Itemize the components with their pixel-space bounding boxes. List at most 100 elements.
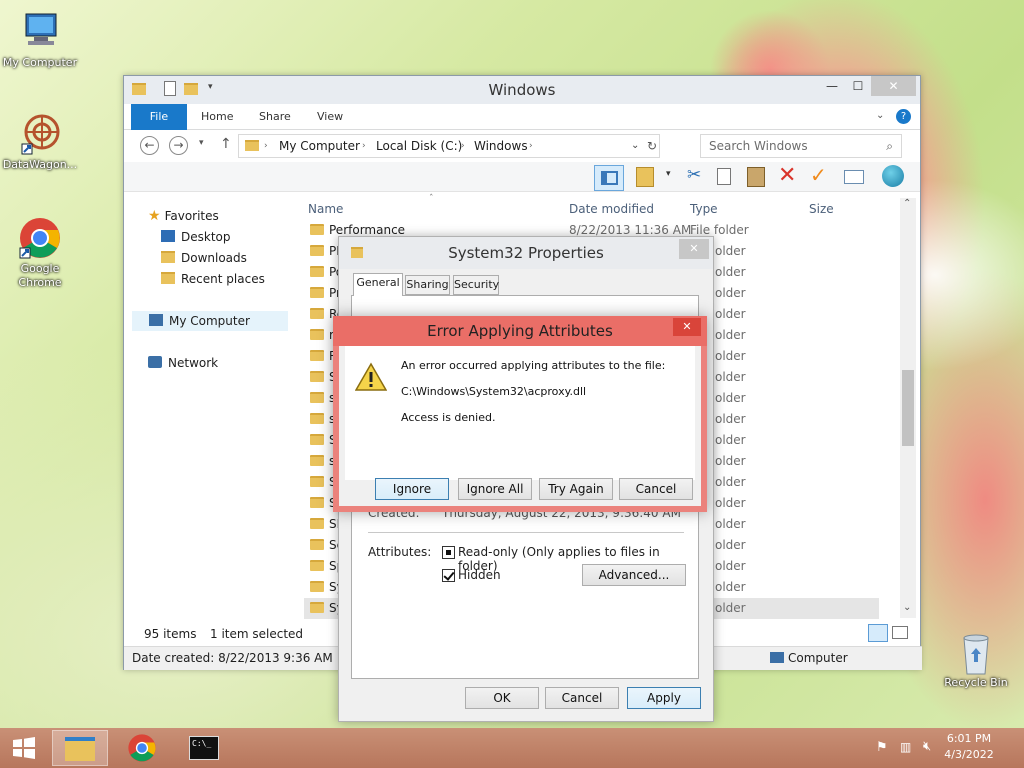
close-button[interactable]: ✕ [871,76,916,96]
ok-button[interactable]: OK [465,687,539,709]
file-type: older [715,559,746,573]
navigation-pane: ★ Favorites Desktop Downloads Recent plac… [124,198,294,618]
address-bar[interactable]: › My Computer › Local Disk (C:) › Window… [238,134,660,158]
refresh-icon[interactable]: ↻ [647,135,657,157]
search-icon: ⌕ [886,139,893,153]
taskbar-cmd[interactable]: C:\_ [176,730,232,766]
error-line-3: Access is denied. [401,411,496,424]
paste-icon[interactable] [747,167,765,187]
nav-desktop[interactable]: Desktop [161,227,231,247]
error-cancel-button[interactable]: Cancel [619,478,693,500]
nav-recent-places[interactable]: Recent places [161,269,265,289]
minimize-button[interactable]: — [819,76,845,96]
properties-check-icon[interactable] [636,167,654,187]
advanced-button[interactable]: Advanced... [582,564,686,586]
column-header-name[interactable]: Name [308,202,343,216]
tab-file[interactable]: File [131,104,187,130]
error-message-area: An error occurred applying attributes to… [345,346,695,480]
date-created-text: Date created: 8/22/2013 9:36 AM [132,651,333,665]
recent-locations-icon[interactable]: ▾ [199,138,204,148]
large-icons-view-icon[interactable] [892,626,908,639]
action-center-flag-icon[interactable]: ⚑ [876,740,888,755]
maximize-button[interactable]: ☐ [845,76,871,96]
nav-favorites-label: Favorites [164,209,219,223]
scroll-down-icon[interactable]: ⌄ [903,602,911,613]
checkmark-icon[interactable]: ✓ [810,163,827,187]
system-clock[interactable]: 6:01 PM 4/3/2022 [934,731,1004,763]
column-header-date[interactable]: Date modified [569,202,654,216]
folder-icon [310,287,324,298]
breadcrumb-windows[interactable]: Windows [474,135,528,157]
address-dropdown-icon[interactable]: ⌄ [631,135,639,157]
folder-icon [310,434,324,445]
error-line-1: An error occurred applying attributes to… [401,359,666,372]
vertical-scrollbar[interactable]: ⌃ ⌄ [900,198,916,618]
try-again-button[interactable]: Try Again [539,478,613,500]
selection-count: 1 item selected [210,627,304,641]
folder-icon [310,518,324,529]
column-header-size[interactable]: Size [809,202,834,216]
forward-arrow-icon[interactable]: → [169,136,188,155]
tab-home[interactable]: Home [191,104,243,130]
nav-downloads[interactable]: Downloads [161,248,247,268]
readonly-checkbox[interactable] [442,546,455,559]
nav-favorites[interactable]: ★ Favorites [148,206,219,226]
desktop-icon-my-computer[interactable]: My Computer [0,10,80,70]
volume-muted-icon[interactable]: 🔇︎ [923,739,931,754]
taskbar-chrome[interactable] [114,730,170,766]
error-close-button[interactable]: ✕ [673,318,701,336]
apply-button[interactable]: Apply [627,687,701,709]
desktop-icon-datawagon[interactable]: DataWagon... [0,112,80,172]
nav-network[interactable]: Network [148,353,218,373]
toolbar: ▾ ✂ ✕ ✓ [124,162,920,192]
desktop-icon-chrome[interactable]: Google Chrome [0,216,80,290]
help-icon[interactable]: ? [896,109,911,124]
taskbar-explorer[interactable] [52,730,108,766]
breadcrumb-my-computer[interactable]: My Computer [279,135,360,157]
scroll-up-icon[interactable]: ⌃ [903,198,911,209]
folder-icon [310,308,324,319]
network-status-icon[interactable]: ▥ [900,740,911,754]
folder-icon [245,140,259,151]
tab-share[interactable]: Share [249,104,301,130]
tab-security[interactable]: Security [453,275,499,295]
ignore-all-button[interactable]: Ignore All [458,478,532,500]
column-header-type[interactable]: Type [690,202,718,216]
breadcrumb-local-disk[interactable]: Local Disk (C:) [376,135,462,157]
expand-ribbon-icon[interactable]: ⌄ [876,110,884,121]
close-icon[interactable]: ✕ [679,239,709,259]
ignore-button[interactable]: Ignore [375,478,449,500]
network-icon [148,356,162,368]
rename-icon[interactable] [844,170,864,184]
nav-my-computer[interactable]: My Computer [132,311,288,331]
details-view-icon[interactable] [868,624,888,642]
hidden-checkbox[interactable] [442,569,455,582]
back-arrow-icon[interactable]: ← [140,136,159,155]
file-type: older [715,601,746,615]
toolbar-dropdown-icon[interactable]: ▾ [666,169,671,179]
up-arrow-icon[interactable]: ↑ [220,136,232,152]
computer-icon [18,10,62,54]
desktop-icon-recycle-bin[interactable]: Recycle Bin [936,630,1016,690]
folder-icon [310,581,324,592]
folder-icon [310,350,324,361]
nav-network-label: Network [168,356,219,370]
tab-view[interactable]: View [307,104,353,130]
internet-globe-icon[interactable] [882,165,904,187]
search-input[interactable]: Search Windows ⌕ [700,134,902,158]
preview-pane-icon[interactable] [594,165,624,191]
cut-icon[interactable]: ✂ [687,165,701,185]
scroll-thumb[interactable] [902,370,914,446]
start-button[interactable] [0,728,48,768]
file-type: older [715,538,746,552]
tab-sharing[interactable]: Sharing [405,275,450,295]
tab-general[interactable]: General [353,273,403,296]
file-type: older [715,454,746,468]
star-icon: ★ [148,208,161,224]
folder-icon [310,539,324,550]
desktop-icon-label: Google Chrome [18,262,62,289]
delete-icon[interactable]: ✕ [778,163,796,188]
attributes-label: Attributes: [368,545,432,559]
copy-icon[interactable] [717,168,731,185]
cancel-button[interactable]: Cancel [545,687,619,709]
